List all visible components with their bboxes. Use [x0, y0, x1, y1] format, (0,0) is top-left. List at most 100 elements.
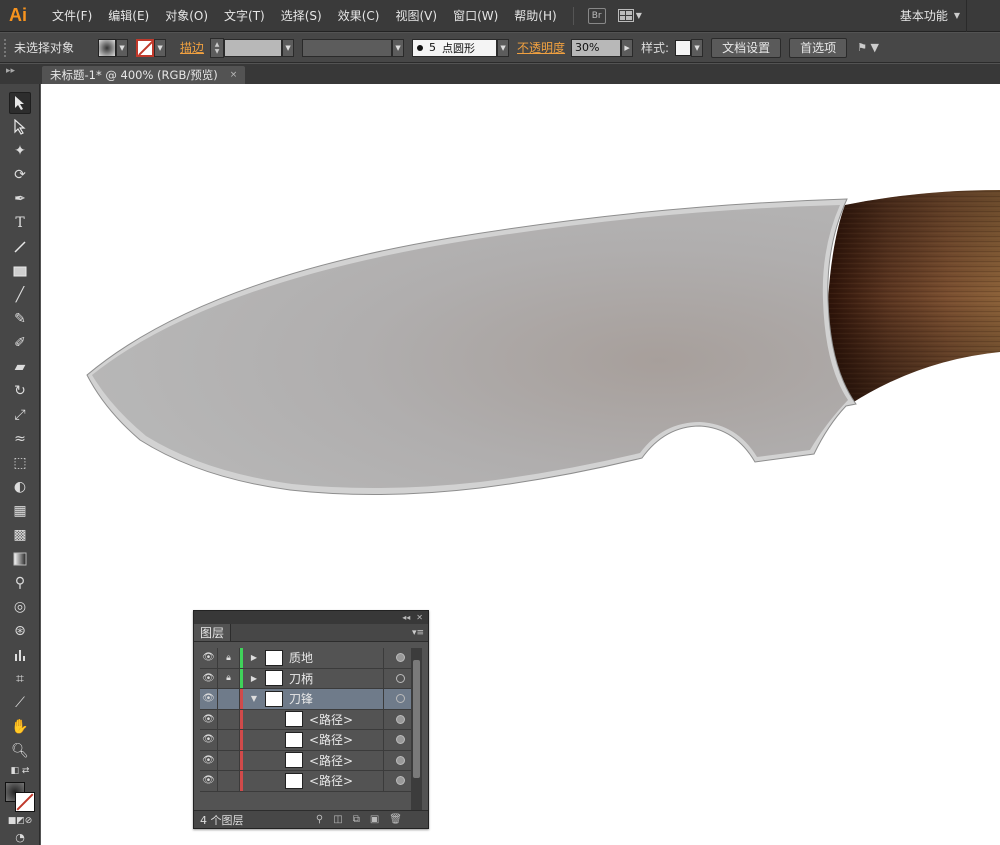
lock-icon[interactable]: 🔒︎ [218, 648, 240, 668]
fill-swatch[interactable] [98, 38, 117, 57]
magic-wand-tool-icon[interactable]: ✦ [9, 140, 31, 162]
make-clipping-mask-icon[interactable]: ◫ [333, 814, 342, 825]
lock-icon[interactable] [218, 730, 240, 750]
knife-artwork[interactable] [41, 84, 1000, 845]
stroke-weight-field[interactable] [224, 38, 283, 57]
chevron-down-icon[interactable]: ▼ [116, 38, 129, 57]
zoom-tool-icon[interactable]: 🔍︎ [9, 740, 31, 762]
document-tab[interactable]: 未标题-1* @ 400% (RGB/预览) × [42, 66, 246, 84]
line-tool-icon[interactable] [9, 236, 31, 258]
lock-icon[interactable] [218, 771, 240, 791]
brush-definition[interactable]: 5 点圆形 [412, 38, 498, 57]
layers-panel-titlebar[interactable]: ◂◂ ✕ [194, 611, 428, 624]
column-graph-tool-icon[interactable] [9, 644, 31, 666]
visibility-eye-icon[interactable]: 👁︎ [200, 771, 218, 791]
mesh-tool-icon[interactable]: ▩ [9, 524, 31, 546]
collapse-panels-icon[interactable]: ▸▸ [6, 66, 15, 76]
menu-item[interactable]: 对象(O) [157, 0, 216, 32]
opacity-label[interactable]: 不透明度 [517, 39, 565, 56]
visibility-eye-icon[interactable]: 👁︎ [200, 709, 218, 729]
chevron-down-icon[interactable]: ▼ [497, 38, 510, 57]
layer-row[interactable]: 👁︎ <路径> [200, 771, 417, 792]
menu-item[interactable]: 选择(S) [273, 0, 330, 32]
chevron-down-icon[interactable]: ▶ [621, 38, 634, 57]
expand-toggle-icon[interactable]: ▼ [243, 694, 265, 703]
workspace-switcher[interactable]: 基本功能 ▼ [900, 0, 960, 32]
bridge-button[interactable]: Br [587, 7, 606, 24]
layer-name[interactable]: 刀柄 [289, 670, 383, 687]
collapse-icon[interactable]: ◂◂ [402, 613, 410, 622]
layer-name[interactable]: 刀锋 [289, 690, 383, 707]
new-sublayer-icon[interactable]: ⧉ [353, 814, 360, 825]
stroke-color-picker[interactable]: ▼ [136, 38, 167, 57]
lock-icon[interactable]: 🔒︎ [218, 668, 240, 688]
expand-toggle-icon[interactable]: ▶ [243, 653, 265, 662]
lasso-tool-icon[interactable]: ⟳ [9, 164, 31, 186]
close-icon[interactable]: × [230, 70, 238, 80]
lock-icon[interactable] [218, 689, 240, 709]
locate-object-icon[interactable]: ⚲ [316, 814, 323, 825]
blob-brush-tool-icon[interactable]: ✐ [9, 332, 31, 354]
panel-menu-icon[interactable]: ⚑ ▼ [857, 41, 879, 54]
menu-item[interactable]: 窗口(W) [445, 0, 506, 32]
lock-icon[interactable] [218, 750, 240, 770]
stroke-label[interactable]: 描边 [180, 39, 204, 56]
tab-layers[interactable]: 图层 [194, 624, 232, 641]
scale-tool-icon[interactable]: ⤢ [9, 404, 31, 426]
layer-name[interactable]: 质地 [289, 649, 383, 666]
layer-row[interactable]: 👁︎ <路径> [200, 750, 417, 771]
layer-row[interactable]: 👁︎ <路径> [200, 730, 417, 751]
stroke-weight-stepper[interactable]: ▲ ▼ [210, 37, 225, 58]
gradient-tool-icon[interactable] [9, 548, 31, 570]
selection-tool-icon[interactable] [9, 92, 31, 114]
fill-color-picker[interactable]: ▼ [98, 38, 129, 57]
menu-item[interactable]: 帮助(H) [506, 0, 564, 32]
chevron-down-icon[interactable]: ▼ [691, 38, 704, 57]
menu-item[interactable]: 文件(F) [44, 0, 100, 32]
close-icon[interactable]: ✕ [416, 613, 423, 622]
layer-row[interactable]: 👁︎ <路径> [200, 709, 417, 730]
eyedropper-tool-icon[interactable]: ⚲ [9, 572, 31, 594]
visibility-eye-icon[interactable]: 👁︎ [200, 668, 218, 688]
panel-menu-icon[interactable]: ▾≡ [412, 624, 424, 641]
pencil-tool-icon[interactable]: ✎ [9, 308, 31, 330]
visibility-eye-icon[interactable]: 👁︎ [200, 730, 218, 750]
chevron-down-icon[interactable]: ▼ [282, 38, 295, 57]
width-tool-icon[interactable]: ≈ [9, 428, 31, 450]
layer-name[interactable]: <路径> [309, 711, 383, 728]
delete-layer-icon[interactable]: 🗑︎ [389, 814, 402, 825]
layers-scrollbar[interactable] [411, 648, 422, 810]
arrange-documents-button[interactable]: ▼ [617, 9, 642, 22]
chevron-down-icon[interactable]: ▼ [154, 38, 167, 57]
artboard-tool-icon[interactable]: ⌗ [9, 668, 31, 690]
drawing-modes-icon[interactable]: ◔ [9, 826, 31, 845]
free-transform-tool-icon[interactable]: ⬚ [9, 452, 31, 474]
pen-tool-icon[interactable]: ✒ [9, 188, 31, 210]
layer-name[interactable]: <路径> [309, 772, 383, 789]
rectangle-tool-icon[interactable] [9, 260, 31, 282]
layer-name[interactable]: <路径> [309, 731, 383, 748]
variable-width-profile[interactable] [302, 38, 393, 57]
layer-row[interactable]: 👁︎ 🔒︎ ▶ 质地 [200, 648, 417, 669]
paintbrush-tool-icon[interactable]: ╱ [9, 284, 31, 306]
opacity-field[interactable]: 30% [571, 38, 622, 57]
menu-item[interactable]: 视图(V) [387, 0, 445, 32]
visibility-eye-icon[interactable]: 👁︎ [200, 648, 218, 668]
blend-tool-icon[interactable]: ◎ [9, 596, 31, 618]
artboard-canvas[interactable] [41, 84, 1000, 845]
graphic-style-swatch[interactable] [675, 39, 692, 56]
scrollbar-thumb[interactable] [413, 660, 420, 778]
lock-icon[interactable] [218, 709, 240, 729]
visibility-eye-icon[interactable]: 👁︎ [200, 750, 218, 770]
expand-toggle-icon[interactable]: ▶ [243, 674, 265, 683]
perspective-grid-tool-icon[interactable]: ▦ [9, 500, 31, 522]
slice-tool-icon[interactable]: ⟋ [9, 692, 31, 714]
visibility-eye-icon[interactable]: 👁︎ [200, 689, 218, 709]
menu-item[interactable]: 文字(T) [216, 0, 273, 32]
control-bar-grip[interactable] [4, 38, 10, 57]
eraser-tool-icon[interactable]: ▰ [9, 356, 31, 378]
fill-stroke-control[interactable] [5, 776, 35, 814]
stroke-none-swatch[interactable] [136, 38, 155, 57]
preferences-button[interactable]: 首选项 [789, 37, 848, 58]
shape-builder-tool-icon[interactable]: ◐ [9, 476, 31, 498]
